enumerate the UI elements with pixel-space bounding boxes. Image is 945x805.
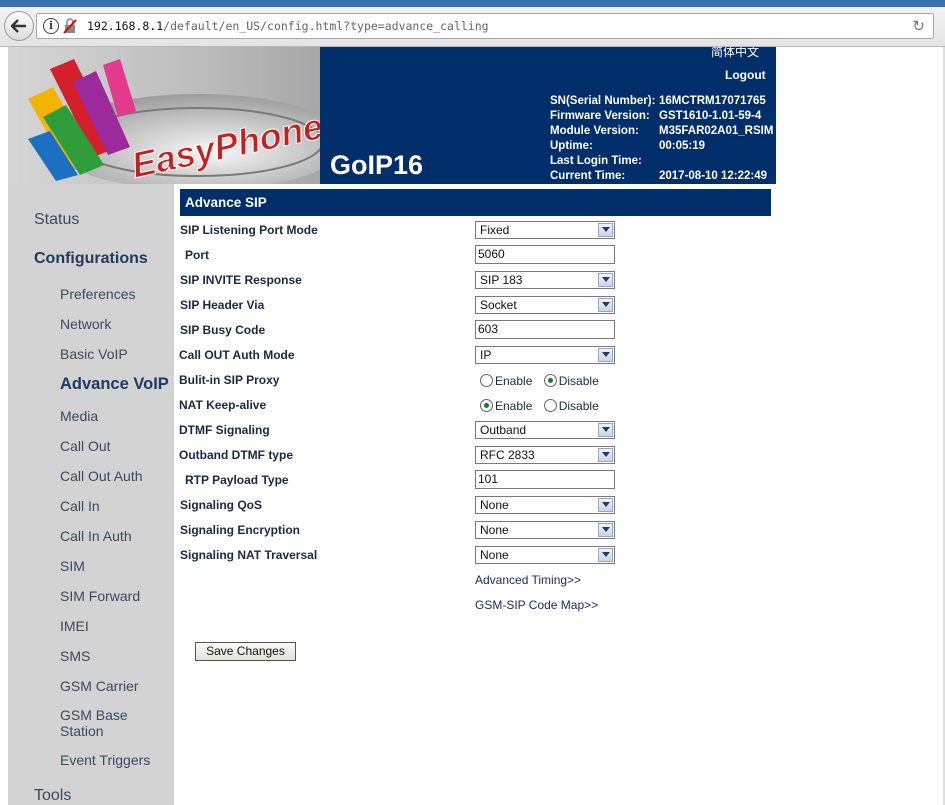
sidebar-item-media[interactable]: Media [60, 408, 98, 424]
radio-builtin-proxy-disable[interactable] [543, 374, 557, 387]
insecure-lock-icon[interactable] [63, 18, 77, 34]
label-builtin-sip-proxy: Bulit-in SIP Proxy [179, 373, 280, 387]
label-port: Port [185, 248, 209, 262]
language-link[interactable]: 简体中文 [711, 47, 759, 60]
chevron-down-icon [598, 498, 613, 512]
info-icon[interactable]: i [43, 18, 59, 34]
select-call-out-auth-mode[interactable]: IP [475, 346, 615, 364]
select-sip-listening-port-mode[interactable]: Fixed [475, 221, 615, 239]
logo-graphic: EasyPhone [28, 59, 320, 184]
label-dtmf-signaling: DTMF Signaling [179, 423, 270, 437]
select-signaling-qos[interactable]: None [475, 496, 615, 514]
sidebar-item-call-in-auth[interactable]: Call In Auth [60, 528, 132, 544]
label-outband-dtmf-type: Outband DTMF type [179, 448, 293, 462]
sip-busy-code-input[interactable]: 603 [475, 320, 615, 339]
sidebar-tools[interactable]: Tools [34, 787, 71, 805]
chevron-down-icon [598, 523, 613, 537]
sidebar-item-call-out[interactable]: Call Out [60, 438, 111, 454]
reload-icon[interactable]: ↻ [912, 17, 925, 35]
sidebar-item-advance-voip[interactable]: Advance VoIP [60, 376, 169, 393]
builtin-sip-proxy-radios: Enable Disable [480, 374, 607, 388]
back-arrow-icon [11, 19, 26, 33]
radio-nat-keepalive-disable[interactable] [543, 399, 557, 412]
gsm-sip-code-map-link[interactable]: GSM-SIP Code Map>> [475, 598, 598, 612]
chevron-down-icon [598, 548, 613, 562]
sidebar-item-gsm-base-station[interactable]: GSM Base Station [60, 707, 150, 739]
label-sip-busy-code: SIP Busy Code [180, 323, 266, 337]
label-sip-listening-port-mode: SIP Listening Port Mode [180, 223, 318, 237]
sidebar-item-sim-forward[interactable]: SIM Forward [60, 588, 140, 604]
nat-keep-alive-radios: Enable Disable [480, 399, 607, 413]
select-signaling-encryption[interactable]: None [475, 521, 615, 539]
easyphone-logo: EasyPhone [8, 47, 320, 184]
save-changes-button[interactable]: Save Changes [195, 642, 296, 661]
label-signaling-nat-traversal: Signaling NAT Traversal [180, 548, 318, 562]
radio-builtin-proxy-enable[interactable] [480, 374, 493, 387]
select-outband-dtmf-type[interactable]: RFC 2833 [475, 446, 615, 464]
section-title-advance-sip: Advance SIP [180, 189, 771, 216]
url-text[interactable]: 192.168.8.1/default/en_US/config.html?ty… [87, 19, 489, 33]
window-top-strip [0, 0, 945, 7]
sidebar-item-call-in[interactable]: Call In [60, 498, 100, 514]
model-name: GoIP16 [330, 150, 424, 180]
sidebar-item-basic-voip[interactable]: Basic VoIP [60, 346, 128, 362]
logout-link[interactable]: Logout [725, 68, 766, 82]
chevron-down-icon [598, 448, 613, 462]
sidebar-nav: Status Configurations Preferences Networ… [8, 184, 174, 805]
chevron-down-icon [598, 348, 613, 362]
sidebar-item-imei[interactable]: IMEI [60, 618, 89, 634]
chevron-down-icon [598, 223, 613, 237]
select-sip-invite-response[interactable]: SIP 183 [475, 271, 615, 289]
sidebar-status[interactable]: Status [34, 211, 79, 229]
label-rtp-payload-type: RTP Payload Type [185, 473, 289, 487]
back-button[interactable] [4, 11, 34, 41]
sidebar-item-sms[interactable]: SMS [60, 648, 90, 664]
chevron-down-icon [598, 273, 613, 287]
label-signaling-encryption: Signaling Encryption [180, 523, 301, 537]
port-input[interactable]: 5060 [475, 245, 615, 264]
sidebar-item-event-triggers[interactable]: Event Triggers [60, 752, 150, 768]
select-signaling-nat-traversal[interactable]: None [475, 546, 615, 564]
sidebar-item-network[interactable]: Network [60, 316, 111, 332]
browser-toolbar: i 192.168.8.1/default/en_US/config.html?… [0, 0, 945, 47]
radio-nat-keepalive-enable[interactable] [480, 399, 493, 412]
sidebar-item-call-out-auth[interactable]: Call Out Auth [60, 468, 143, 484]
select-sip-header-via[interactable]: Socket [475, 296, 615, 314]
sidebar-item-preferences[interactable]: Preferences [60, 286, 135, 302]
select-dtmf-signaling[interactable]: Outband [475, 421, 615, 439]
advanced-timing-link[interactable]: Advanced Timing>> [475, 573, 581, 587]
chevron-down-icon [598, 423, 613, 437]
header-banner: EasyPhone GoIP16 简体中文 Logout SN(Serial N… [8, 47, 776, 184]
label-sip-invite-response: SIP INVITE Response [180, 273, 302, 287]
label-sip-header-via: SIP Header Via [180, 298, 265, 312]
label-call-out-auth-mode: Call OUT Auth Mode [179, 348, 295, 362]
label-signaling-qos: Signaling QoS [180, 498, 263, 512]
sidebar-configurations[interactable]: Configurations [34, 250, 148, 268]
address-bar[interactable]: i 192.168.8.1/default/en_US/config.html?… [36, 13, 934, 39]
sidebar-item-gsm-carrier[interactable]: GSM Carrier [60, 678, 139, 694]
rtp-payload-type-input[interactable]: 101 [475, 470, 615, 489]
label-nat-keep-alive: NAT Keep-alive [179, 398, 267, 412]
sidebar-item-sim[interactable]: SIM [60, 558, 85, 574]
chevron-down-icon [598, 298, 613, 312]
